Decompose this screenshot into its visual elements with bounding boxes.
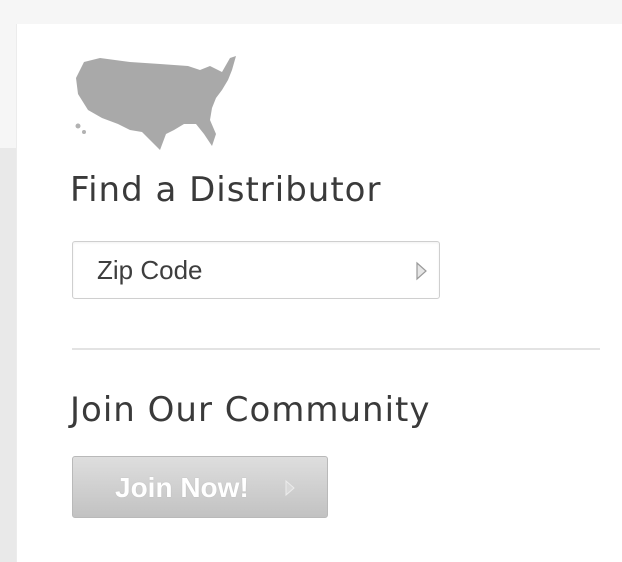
top-strip (0, 0, 622, 24)
arrow-right-icon (285, 479, 295, 497)
us-map-icon (75, 56, 236, 150)
left-strip-shade (0, 148, 16, 562)
arrow-right-icon[interactable] (413, 260, 429, 282)
join-community-heading: Join Our Community (70, 390, 431, 430)
join-now-button[interactable]: Join Now! (72, 456, 328, 518)
zip-code-field[interactable] (72, 241, 440, 299)
join-now-label: Join Now! (115, 472, 249, 503)
find-distributor-heading: Find a Distributor (70, 170, 382, 210)
page: Find a Distributor Join Our Community Jo… (0, 0, 622, 562)
section-divider (72, 348, 600, 350)
zip-code-input[interactable] (97, 252, 397, 288)
